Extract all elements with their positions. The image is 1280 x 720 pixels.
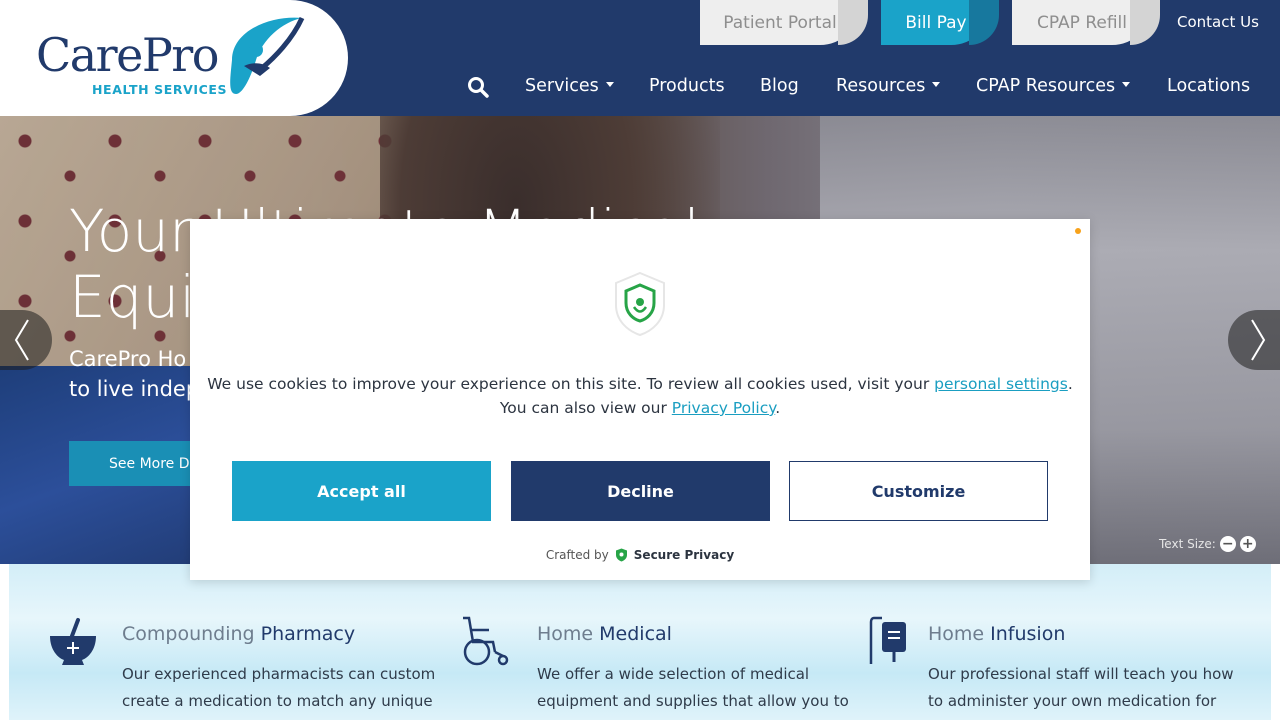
logo-wordmark: CarePro (36, 28, 219, 82)
crafted-by-footer: Crafted by Secure Privacy (190, 548, 1090, 562)
service-title-light: Home (537, 623, 600, 645)
service-title-bold: Infusion (990, 623, 1066, 645)
personal-settings-link[interactable]: personal settings (934, 375, 1068, 393)
nav-item-label: Resources (836, 76, 926, 96)
nav-item-label: Blog (760, 76, 799, 96)
cpap-refill-button[interactable]: CPAP Refill (1012, 0, 1160, 45)
slider-prev-button[interactable] (0, 310, 52, 370)
wheelchair-icon (463, 616, 509, 666)
nav-item-label: Locations (1167, 76, 1251, 96)
cookie-text: You can also view our (499, 399, 672, 417)
hero-subtitle-line-2: to live indep (69, 377, 200, 401)
nav-item-resources[interactable]: Resources (836, 76, 941, 96)
see-more-label: See More De (109, 455, 199, 472)
service-title-bold: Medical (599, 623, 672, 645)
decline-button[interactable]: Decline (511, 461, 770, 521)
service-title-light: Home (928, 623, 991, 645)
status-dot-icon (1075, 228, 1081, 234)
logo-swoosh-icon (230, 16, 305, 94)
chevron-down-icon (605, 81, 614, 87)
hero-subtitle-line-1: CarePro Ho (69, 347, 187, 371)
nav-item-products[interactable]: Products (649, 76, 725, 96)
chevron-down-icon (932, 81, 941, 87)
bill-pay-label: Bill Pay (905, 12, 967, 33)
search-icon[interactable] (467, 76, 489, 98)
cpap-refill-label: CPAP Refill (1037, 12, 1127, 33)
secure-privacy-logo-icon (615, 548, 627, 562)
nav-item-cpap-resources[interactable]: CPAP Resources (976, 76, 1131, 96)
service-title-pharmacy[interactable]: Compounding Pharmacy (122, 623, 355, 645)
crafted-by-label: Crafted by (545, 548, 609, 562)
text-size-decrease-icon[interactable]: − (1219, 536, 1236, 552)
privacy-policy-link[interactable]: Privacy Policy (672, 399, 775, 417)
nav-item-blog[interactable]: Blog (760, 76, 799, 96)
nav-item-services[interactable]: Services (525, 76, 614, 96)
service-desc-pharmacy: Our experienced pharmacists can custom c… (122, 665, 436, 710)
hero-subtitle: CarePro Ho to live indep (69, 344, 199, 404)
iv-bag-icon (869, 616, 906, 664)
cookie-message-line-2: You can also view our Privacy Policy. (190, 396, 1090, 420)
nav-item-locations[interactable]: Locations (1167, 76, 1250, 96)
customize-button[interactable]: Customize (789, 461, 1048, 521)
service-title-bold: Pharmacy (260, 623, 356, 645)
cookie-message: We use cookies to improve your experienc… (190, 372, 1090, 420)
logo-subtitle: HEALTH SERVICES (92, 82, 228, 97)
text-size-control: Text Size: − + (1159, 536, 1256, 552)
patient-portal-label: Patient Portal (723, 12, 837, 33)
contact-us-link[interactable]: Contact Us (1177, 13, 1259, 31)
accept-all-button[interactable]: Accept all (232, 461, 491, 521)
chevron-left-icon (14, 319, 29, 361)
nav-item-label: CPAP Resources (976, 76, 1116, 96)
patient-portal-button[interactable]: Patient Portal (700, 0, 868, 45)
cookie-text: We use cookies to improve your experienc… (207, 375, 935, 393)
service-desc-infusion: Our professional staff will teach you ho… (928, 665, 1234, 720)
cookie-text-period: . (1067, 375, 1073, 393)
cookie-message-line-1: We use cookies to improve your experienc… (190, 372, 1090, 396)
text-size-label: Text Size: (1159, 537, 1216, 551)
bill-pay-button[interactable]: Bill Pay (881, 0, 999, 45)
nav-item-label: Products (649, 76, 725, 96)
nav-item-label: Services (525, 76, 599, 96)
shield-icon (615, 271, 665, 337)
service-title-medical[interactable]: Home Medical (537, 623, 672, 645)
slider-next-button[interactable] (1228, 310, 1280, 370)
chevron-right-icon (1251, 319, 1266, 361)
mortar-pestle-icon (50, 618, 96, 665)
service-title-light: Compounding (122, 623, 261, 645)
logo[interactable]: CarePro HEALTH SERVICES (0, 0, 348, 116)
service-title-infusion[interactable]: Home Infusion (928, 623, 1065, 645)
services-strip: Compounding Pharmacy Our experienced pha… (0, 564, 1280, 720)
cookie-consent-dialog: We use cookies to improve your experienc… (190, 219, 1090, 580)
service-desc-medical: We offer a wide selection of medical equ… (537, 665, 849, 710)
cookie-text-period: . (775, 399, 781, 417)
chevron-down-icon (1122, 81, 1131, 87)
site-header: CarePro HEALTH SERVICES Patient Portal B… (0, 0, 1280, 116)
text-size-increase-icon[interactable]: + (1239, 536, 1256, 552)
secure-privacy-link[interactable]: Secure Privacy (634, 548, 734, 562)
